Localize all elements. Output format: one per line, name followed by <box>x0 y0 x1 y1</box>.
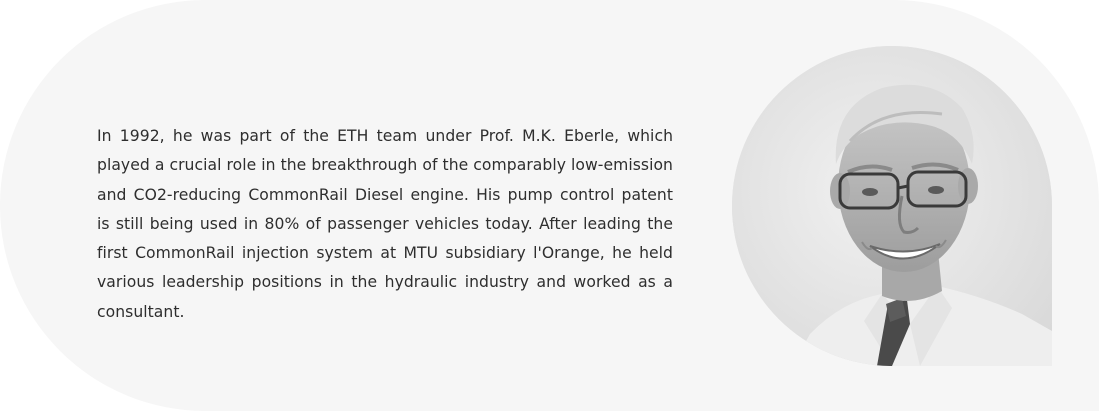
portrait-photo <box>732 46 1052 366</box>
bio-card: In 1992, he was part of the ETH team und… <box>0 0 1099 411</box>
person-photo-icon <box>732 46 1052 366</box>
bio-text: In 1992, he was part of the ETH team und… <box>97 127 673 321</box>
